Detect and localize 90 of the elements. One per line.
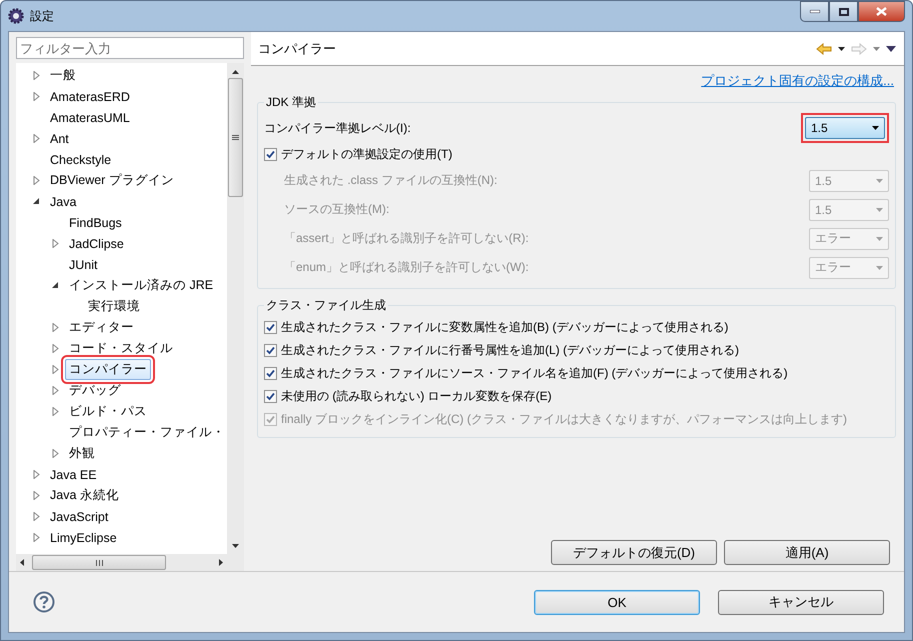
checkbox-label: 未使用の (読み取られない) ローカル変数を保存(E) <box>281 388 552 405</box>
page-button[interactable]: 適用(A) <box>724 540 890 565</box>
expand-arrow-icon[interactable] <box>32 491 40 500</box>
dropdown-arrow-icon <box>876 236 883 240</box>
collapse-arrow-icon[interactable] <box>52 282 58 289</box>
grip-icon <box>232 135 239 140</box>
expand-arrow-icon[interactable] <box>52 323 58 332</box>
checkbox-label: 生成されたクラス・ファイルに変数属性を追加(B) (デバッガーによって使用される) <box>281 319 728 336</box>
close-button[interactable] <box>858 1 905 22</box>
tree-item[interactable]: ビルド・パス <box>65 401 151 422</box>
tree-item[interactable]: コード・スタイル <box>65 338 177 359</box>
tree-item[interactable]: JUnit <box>65 256 102 274</box>
dropdown-arrow-icon[interactable] <box>838 46 845 50</box>
expand-arrow-icon[interactable] <box>52 407 58 416</box>
field-label: 「enum」と呼ばれる識別子を許可しない(W): <box>284 259 529 276</box>
checkbox-label: 生成されたクラス・ファイルに行番号属性を追加(L) (デバッガーによって使用される) <box>281 342 739 359</box>
field-label: ソースの互換性(M): <box>284 201 390 218</box>
field-label: 生成された .class ファイルの互換性(N): <box>284 172 498 189</box>
tree-item[interactable]: LimyEclipse <box>46 528 121 546</box>
expand-arrow-icon[interactable] <box>52 344 58 353</box>
filter-field[interactable]: フィルター入力 <box>16 37 244 59</box>
field-label: コンパイラー準拠レベル(I): <box>264 120 411 136</box>
dropdown[interactable]: 1.5 <box>805 117 885 139</box>
tree-item[interactable]: Java 永続化 <box>46 485 123 506</box>
tree-item[interactable]: プロパティー・ファイル・ <box>65 422 227 443</box>
scroll-left-icon[interactable] <box>20 559 24 566</box>
page-button[interactable]: デフォルトの復元(D) <box>551 540 717 565</box>
tree-item[interactable]: Java EE <box>46 466 101 484</box>
scroll-up-icon[interactable] <box>232 70 239 74</box>
checkbox-label: finally ブロックをインライン化(C) (クラス・ファイルは大きくなりますが、パフォーマンスは向上します) <box>281 411 847 428</box>
dialog-button[interactable]: OK <box>534 590 700 614</box>
tree-item[interactable]: JadClipse <box>65 234 128 252</box>
tree-item[interactable]: JavaScript <box>46 508 112 526</box>
close-icon <box>876 7 887 16</box>
tree-item[interactable]: 外観 <box>65 443 99 464</box>
checkbox-label: 生成されたクラス・ファイルにソース・ファイル名を追加(F) (デバッガーによって使用される) <box>281 365 788 382</box>
vertical-scrollbar[interactable] <box>227 63 244 554</box>
group-title: JDK 準拠 <box>265 94 318 111</box>
scroll-right-icon[interactable] <box>219 559 223 566</box>
tree-item[interactable]: AmaterasERD <box>46 88 134 106</box>
horizontal-scrollbar[interactable] <box>16 554 227 571</box>
checkbox[interactable] <box>264 367 277 380</box>
tree-item[interactable]: DBViewer プラグイン <box>46 170 178 191</box>
tree-item[interactable]: インストール済みの JRE <box>65 275 218 296</box>
dropdown-arrow-icon <box>872 126 879 130</box>
checkbox-label: デフォルトの準拠設定の使用(T) <box>281 146 452 163</box>
tree-item[interactable]: 一般 <box>46 65 80 86</box>
checkbox[interactable] <box>264 148 277 161</box>
expand-arrow-icon[interactable] <box>32 92 40 101</box>
tree-item[interactable]: FindBugs <box>65 214 126 232</box>
checkbox[interactable] <box>264 390 277 403</box>
help-icon[interactable] <box>33 591 55 613</box>
checkbox[interactable] <box>264 344 277 357</box>
group-title: クラス・ファイル生成 <box>265 297 387 314</box>
settings-gear-icon <box>8 8 24 24</box>
collapse-arrow-icon[interactable] <box>32 198 40 205</box>
page-title: コンパイラー <box>258 40 336 58</box>
expand-arrow-icon[interactable] <box>52 386 58 395</box>
tree-item[interactable]: エディター <box>65 317 138 338</box>
tree-item[interactable]: 実行環境 <box>84 296 144 317</box>
tree-item[interactable]: Checkstyle <box>46 150 116 168</box>
back-arrow-icon[interactable] <box>816 42 832 54</box>
grip-icon <box>96 560 102 566</box>
expand-arrow-icon[interactable] <box>52 239 58 248</box>
expand-arrow-icon[interactable] <box>32 71 40 80</box>
expand-arrow-icon[interactable] <box>32 470 40 479</box>
dropdown-arrow-icon <box>876 208 883 212</box>
minimize-button[interactable] <box>800 1 829 22</box>
tree-item[interactable]: AmaterasUML <box>46 108 134 126</box>
maximize-button[interactable] <box>829 1 858 22</box>
menu-arrow-icon[interactable] <box>886 46 896 52</box>
window-title: 設定 <box>30 8 54 24</box>
dropdown-arrow-icon <box>876 178 883 182</box>
tree-item[interactable]: Java <box>46 192 80 210</box>
dialog-button[interactable]: キャンセル <box>718 590 884 614</box>
expand-arrow-icon[interactable] <box>52 365 58 374</box>
expand-arrow-icon[interactable] <box>32 134 40 143</box>
scroll-down-icon[interactable] <box>232 544 239 548</box>
checkbox[interactable] <box>264 321 277 334</box>
project-settings-link[interactable]: プロジェクト固有の設定の構成... <box>701 72 894 90</box>
expand-arrow-icon[interactable] <box>32 176 40 185</box>
expand-arrow-icon[interactable] <box>32 533 40 542</box>
expand-arrow-icon[interactable] <box>52 449 58 458</box>
dropdown-arrow-icon <box>876 266 883 270</box>
minimize-icon <box>810 10 820 13</box>
tree-item[interactable]: Ant <box>46 130 73 148</box>
tree-item[interactable]: デバッグ <box>65 380 125 401</box>
maximize-icon <box>838 8 848 16</box>
field-label: 「assert」と呼ばれる識別子を許可しない(R): <box>284 230 529 247</box>
expand-arrow-icon[interactable] <box>32 512 40 521</box>
